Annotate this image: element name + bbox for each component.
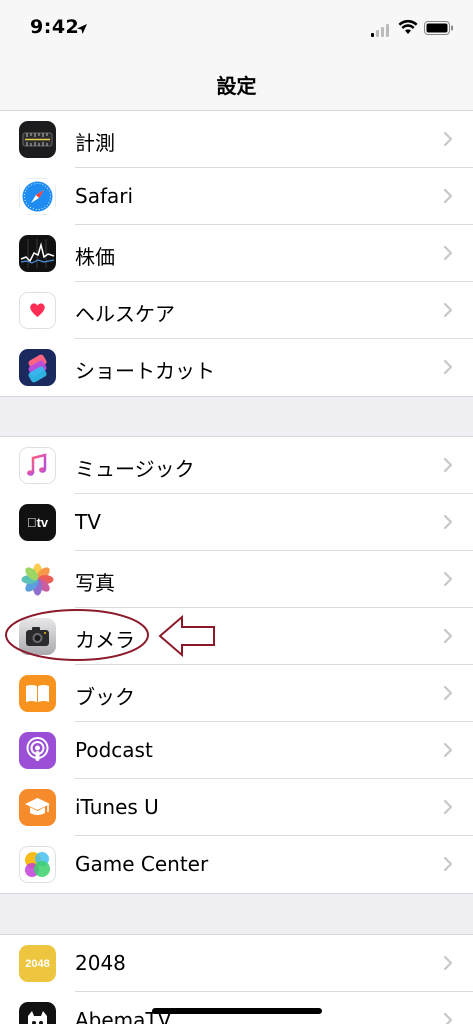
- chevron-right-icon: [443, 856, 453, 876]
- row-label: iTunes U: [75, 795, 159, 819]
- settings-row-music[interactable]: ミュージック: [0, 437, 473, 494]
- row-label: ヘルスケア: [75, 302, 175, 326]
- health-icon: [19, 292, 56, 329]
- home-indicator[interactable]: [152, 1008, 322, 1014]
- chevron-right-icon: [443, 685, 453, 705]
- measure-icon: [19, 121, 56, 158]
- chevron-right-icon: [443, 628, 453, 648]
- row-label: 株価: [75, 245, 115, 269]
- settings-row-2048[interactable]: 2048 2048: [0, 935, 473, 992]
- battery-icon: [424, 20, 454, 39]
- game-center-icon: [19, 846, 56, 883]
- tv-icon-text: tv: [31, 515, 49, 530]
- settings-row-podcast[interactable]: Podcast: [0, 722, 473, 779]
- cellular-signal-icon: [371, 22, 391, 41]
- chevron-right-icon: [443, 302, 453, 322]
- chevron-right-icon: [443, 131, 453, 151]
- settings-row-tv[interactable]: tv TV: [0, 494, 473, 551]
- row-label: Podcast: [75, 738, 153, 762]
- chevron-right-icon: [443, 457, 453, 477]
- chevron-right-icon: [443, 571, 453, 591]
- photos-icon: [19, 561, 56, 598]
- settings-group-1: 計測 Safari 株価 ヘルスケア ショートカット: [0, 110, 473, 397]
- settings-row-health[interactable]: ヘルスケア: [0, 282, 473, 339]
- books-icon: [19, 675, 56, 712]
- page-title: 設定: [216, 74, 257, 98]
- settings-row-measure[interactable]: 計測: [0, 111, 473, 168]
- itunes-u-icon: [19, 789, 56, 826]
- status-bar: 9:42: [0, 0, 473, 56]
- settings-row-stocks[interactable]: 株価: [0, 225, 473, 282]
- safari-icon: [19, 178, 56, 215]
- chevron-right-icon: [443, 1012, 453, 1024]
- row-label: ブック: [75, 685, 135, 709]
- row-label: 2048: [75, 951, 126, 975]
- row-label: Safari: [75, 184, 134, 208]
- row-label: ミュージック: [75, 457, 195, 481]
- shortcuts-icon: [19, 349, 56, 386]
- tv-icon: tv: [19, 504, 56, 541]
- settings-row-safari[interactable]: Safari: [0, 168, 473, 225]
- status-time: 9:42: [30, 16, 80, 38]
- settings-row-shortcuts[interactable]: ショートカット: [0, 339, 473, 396]
- settings-row-game-center[interactable]: Game Center: [0, 836, 473, 893]
- row-label: 計測: [75, 131, 115, 155]
- row-label: Game Center: [75, 852, 209, 876]
- highlight-ellipse: [3, 606, 153, 668]
- chevron-right-icon: [443, 955, 453, 975]
- settings-row-books[interactable]: ブック: [0, 665, 473, 722]
- wifi-icon: [398, 19, 418, 39]
- stocks-icon: [19, 235, 56, 272]
- row-label: 写真: [75, 571, 115, 595]
- app-2048-icon: 2048: [19, 945, 56, 982]
- row-label: TV: [75, 510, 101, 534]
- chevron-right-icon: [443, 514, 453, 534]
- chevron-right-icon: [443, 359, 453, 379]
- nav-bar: 設定: [0, 56, 473, 112]
- chevron-right-icon: [443, 742, 453, 762]
- settings-row-itunes-u[interactable]: iTunes U: [0, 779, 473, 836]
- chevron-right-icon: [443, 799, 453, 819]
- row-label: ショートカット: [75, 359, 215, 383]
- pointer-arrow-icon: [158, 614, 218, 662]
- chevron-right-icon: [443, 188, 453, 208]
- podcast-icon: [19, 732, 56, 769]
- settings-screen: 9:42 設定 計測 Safari 株価 ヘルスケア ショートカット ミュージッ…: [0, 0, 473, 1024]
- chevron-right-icon: [443, 245, 453, 265]
- abematv-icon: [19, 1002, 56, 1024]
- music-icon: [19, 447, 56, 484]
- location-arrow-icon: [76, 20, 88, 39]
- settings-row-photos[interactable]: 写真: [0, 551, 473, 608]
- app-2048-icon-text: 2048: [25, 957, 50, 970]
